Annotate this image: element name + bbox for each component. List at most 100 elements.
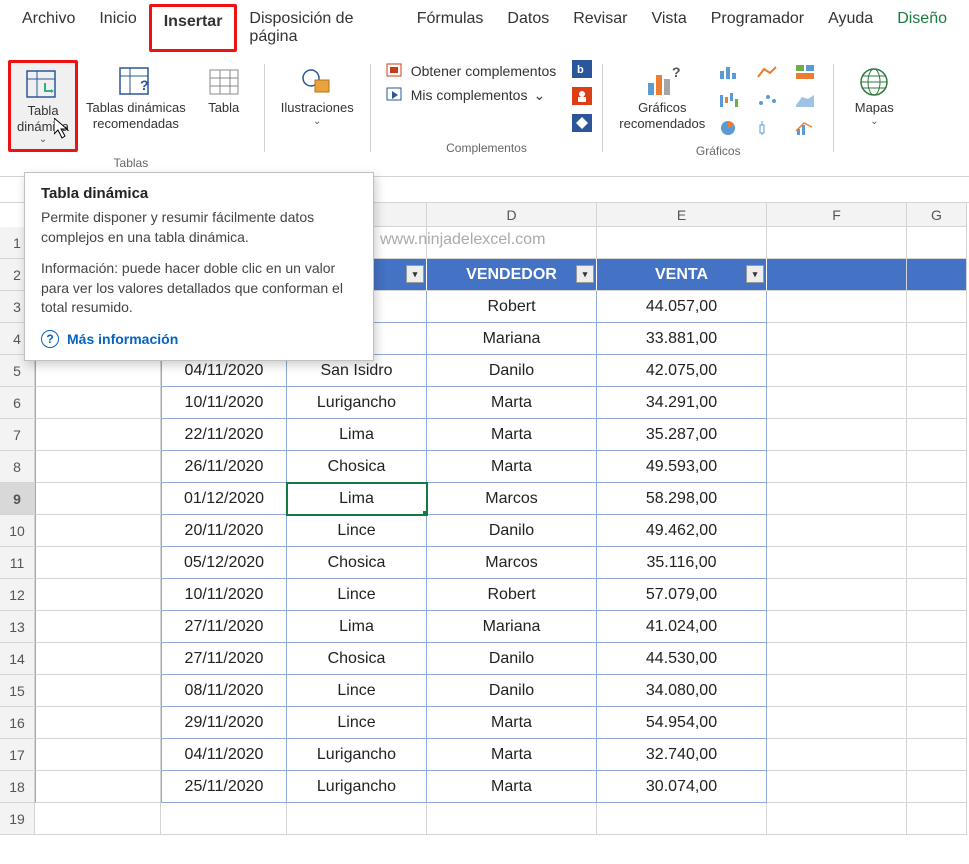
table-cell[interactable]: Lince bbox=[287, 675, 427, 707]
table-cell[interactable] bbox=[907, 483, 967, 515]
table-cell[interactable]: Lurigancho bbox=[287, 739, 427, 771]
table-cell[interactable]: Lima bbox=[287, 419, 427, 451]
table-cell[interactable] bbox=[907, 227, 967, 259]
col-header-G[interactable]: G bbox=[907, 203, 967, 227]
table-cell[interactable]: 34.291,00 bbox=[597, 387, 767, 419]
table-cell[interactable]: 44.057,00 bbox=[597, 291, 767, 323]
table-cell[interactable] bbox=[287, 803, 427, 835]
row-header-6[interactable]: 6 bbox=[0, 387, 35, 419]
table-cell[interactable]: Marta bbox=[427, 451, 597, 483]
table-cell[interactable] bbox=[35, 675, 161, 707]
hierarchy-chart-button[interactable] bbox=[789, 60, 823, 84]
table-cell[interactable]: Danilo bbox=[427, 515, 597, 547]
table-cell[interactable]: Marta bbox=[427, 707, 597, 739]
row-header-17[interactable]: 17 bbox=[0, 739, 35, 771]
table-cell[interactable]: 22/11/2020 bbox=[161, 419, 287, 451]
table-cell[interactable] bbox=[767, 483, 907, 515]
table-cell[interactable]: Lince bbox=[287, 579, 427, 611]
maps-button[interactable]: Mapas ⌄ bbox=[844, 60, 904, 131]
table-cell[interactable] bbox=[767, 739, 907, 771]
table-cell[interactable] bbox=[35, 387, 161, 419]
table-cell[interactable] bbox=[767, 451, 907, 483]
row-header-16[interactable]: 16 bbox=[0, 707, 35, 739]
scatter-chart-button[interactable] bbox=[751, 88, 785, 112]
row-header-14[interactable]: 14 bbox=[0, 643, 35, 675]
menu-disposicion[interactable]: Disposición de página bbox=[237, 4, 404, 52]
table-cell[interactable]: 08/11/2020 bbox=[161, 675, 287, 707]
table-cell[interactable] bbox=[767, 547, 907, 579]
table-cell[interactable]: Chosica bbox=[287, 451, 427, 483]
table-cell[interactable] bbox=[35, 483, 161, 515]
table-cell[interactable]: 27/11/2020 bbox=[161, 611, 287, 643]
table-cell[interactable]: 57.079,00 bbox=[597, 579, 767, 611]
table-cell[interactable] bbox=[35, 707, 161, 739]
table-cell[interactable]: 41.024,00 bbox=[597, 611, 767, 643]
table-cell[interactable]: 10/11/2020 bbox=[161, 579, 287, 611]
table-cell[interactable]: 29/11/2020 bbox=[161, 707, 287, 739]
table-cell[interactable]: Danilo bbox=[427, 643, 597, 675]
table-cell[interactable]: Lima bbox=[287, 611, 427, 643]
table-cell[interactable]: 58.298,00 bbox=[597, 483, 767, 515]
statistic-chart-button[interactable] bbox=[751, 116, 785, 140]
table-cell[interactable]: 54.954,00 bbox=[597, 707, 767, 739]
table-cell[interactable]: 42.075,00 bbox=[597, 355, 767, 387]
menu-inicio[interactable]: Inicio bbox=[87, 4, 148, 52]
table-cell[interactable] bbox=[35, 771, 161, 803]
table-cell[interactable] bbox=[907, 323, 967, 355]
table-cell[interactable] bbox=[767, 675, 907, 707]
table-cell[interactable]: Danilo bbox=[427, 355, 597, 387]
table-cell[interactable] bbox=[35, 515, 161, 547]
people-graph-icon[interactable] bbox=[572, 87, 592, 110]
table-cell[interactable]: 26/11/2020 bbox=[161, 451, 287, 483]
table-cell[interactable] bbox=[907, 579, 967, 611]
table-cell[interactable] bbox=[161, 803, 287, 835]
table-cell[interactable] bbox=[907, 547, 967, 579]
table-cell[interactable]: Mariana bbox=[427, 611, 597, 643]
surface-chart-button[interactable] bbox=[789, 88, 823, 112]
tooltip-more-info-link[interactable]: ? Más información bbox=[41, 330, 357, 348]
waterfall-chart-button[interactable] bbox=[713, 88, 747, 112]
table-cell[interactable] bbox=[35, 579, 161, 611]
table-cell[interactable]: Marcos bbox=[427, 547, 597, 579]
filter-dropdown-button[interactable]: ▾ bbox=[746, 265, 764, 283]
menu-revisar[interactable]: Revisar bbox=[561, 4, 639, 52]
menu-formulas[interactable]: Fórmulas bbox=[405, 4, 496, 52]
col-header-E[interactable]: E bbox=[597, 203, 767, 227]
table-cell[interactable] bbox=[767, 419, 907, 451]
table-cell[interactable] bbox=[35, 451, 161, 483]
table-cell[interactable]: Marta bbox=[427, 739, 597, 771]
table-cell[interactable] bbox=[907, 451, 967, 483]
menu-datos[interactable]: Datos bbox=[495, 4, 561, 52]
table-cell[interactable] bbox=[907, 611, 967, 643]
table-cell[interactable]: 49.462,00 bbox=[597, 515, 767, 547]
table-cell[interactable]: 34.080,00 bbox=[597, 675, 767, 707]
table-cell[interactable]: Lince bbox=[287, 515, 427, 547]
table-button[interactable]: Tabla bbox=[194, 60, 254, 120]
menu-diseno[interactable]: Diseño bbox=[885, 4, 959, 52]
table-cell[interactable] bbox=[907, 291, 967, 323]
table-cell[interactable]: VENDEDOR▾ bbox=[427, 259, 597, 291]
table-cell[interactable]: 32.740,00 bbox=[597, 739, 767, 771]
table-cell[interactable]: 10/11/2020 bbox=[161, 387, 287, 419]
table-cell[interactable]: VENTA▾ bbox=[597, 259, 767, 291]
table-cell[interactable] bbox=[767, 227, 907, 259]
table-cell[interactable] bbox=[35, 547, 161, 579]
row-header-19[interactable]: 19 bbox=[0, 803, 35, 835]
table-cell[interactable] bbox=[767, 259, 907, 291]
row-header-10[interactable]: 10 bbox=[0, 515, 35, 547]
table-cell[interactable]: Lima bbox=[287, 483, 427, 515]
row-header-7[interactable]: 7 bbox=[0, 419, 35, 451]
row-header-13[interactable]: 13 bbox=[0, 611, 35, 643]
table-cell[interactable] bbox=[767, 611, 907, 643]
row-header-9[interactable]: 9 bbox=[0, 483, 35, 515]
my-addins-button[interactable]: Mis complementos ⌄ bbox=[381, 84, 561, 106]
table-cell[interactable]: Chosica bbox=[287, 547, 427, 579]
table-cell[interactable]: Marta bbox=[427, 387, 597, 419]
menu-ayuda[interactable]: Ayuda bbox=[816, 4, 885, 52]
table-cell[interactable]: Marta bbox=[427, 771, 597, 803]
table-cell[interactable] bbox=[597, 227, 767, 259]
row-header-8[interactable]: 8 bbox=[0, 451, 35, 483]
filter-dropdown-button[interactable]: ▾ bbox=[406, 265, 424, 283]
table-cell[interactable]: 44.530,00 bbox=[597, 643, 767, 675]
table-cell[interactable] bbox=[907, 387, 967, 419]
